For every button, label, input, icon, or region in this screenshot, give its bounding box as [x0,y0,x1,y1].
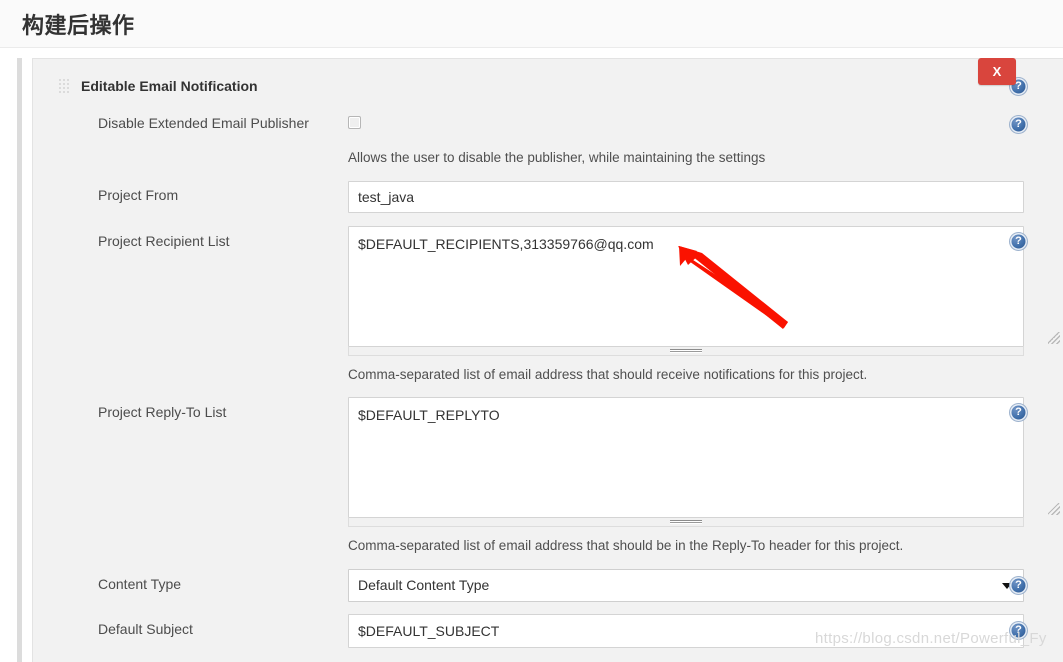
label-project-recipient-list: Project Recipient List [98,233,230,249]
label-project-reply-to-list: Project Reply-To List [98,404,227,420]
description-disable-publisher: Allows the user to disable the publisher… [348,150,766,165]
project-reply-to-list-textarea[interactable] [348,397,1024,518]
content-type-select[interactable]: Default Content Type [348,569,1024,602]
default-subject-input[interactable] [348,614,1024,648]
help-icon-project-reply-to-list[interactable]: ? [1010,404,1027,421]
help-icon-default-subject[interactable]: ? [1010,622,1027,639]
disable-publisher-checkbox[interactable] [348,116,361,129]
content-type-select-wrapper: Default Content Type [348,569,1024,602]
project-reply-to-list-wrapper [348,397,1063,518]
page-header: 构建后操作 [0,0,1063,48]
resize-handle-icon[interactable] [1048,332,1060,344]
help-icon-content-type[interactable]: ? [1010,577,1027,594]
section-title: Editable Email Notification [81,78,258,94]
page-title: 构建后操作 [22,12,135,38]
description-project-recipient-list: Comma-separated list of email address th… [348,367,868,382]
help-icon-disable-publisher[interactable]: ? [1010,116,1027,133]
project-from-input[interactable] [348,181,1024,213]
delete-publisher-button[interactable]: X [978,58,1016,85]
publisher-block: X Editable Email Notification ? Disable … [17,58,1063,662]
label-project-from: Project From [98,187,179,203]
project-recipient-list-wrapper [348,226,1063,347]
label-disable-publisher: Disable Extended Email Publisher [98,115,309,131]
help-icon-project-recipient-list[interactable]: ? [1010,233,1027,250]
section-header: Editable Email Notification [33,75,258,97]
description-project-reply-to-list: Comma-separated list of email address th… [348,538,904,553]
textarea-drag-handle-reply-to[interactable] [348,518,1024,527]
drag-grip-icon[interactable] [58,77,71,95]
project-recipient-list-textarea[interactable] [348,226,1024,347]
publisher-block-inner: X Editable Email Notification ? Disable … [32,58,1063,662]
label-default-subject: Default Subject [98,621,193,637]
textarea-drag-handle-recipient[interactable] [348,347,1024,356]
label-content-type: Content Type [98,576,182,592]
post-build-actions-stage: X Editable Email Notification ? Disable … [0,48,1063,662]
resize-handle-icon[interactable] [1048,503,1060,515]
row-disable-publisher: Disable Extended Email Publisher ? [33,110,1063,140]
